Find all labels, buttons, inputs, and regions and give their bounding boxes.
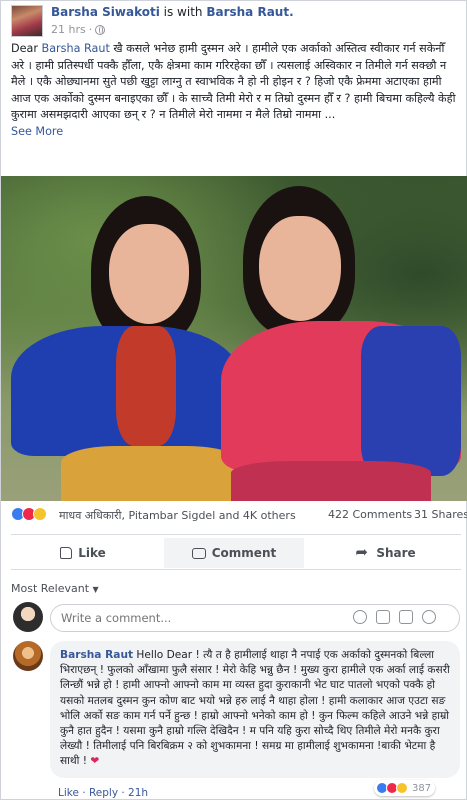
comments-count[interactable]: 422 Comments <box>328 508 412 521</box>
viewer-avatar <box>13 602 43 632</box>
comment-button[interactable]: Comment <box>164 538 304 568</box>
reaction-icons[interactable] <box>11 507 47 521</box>
commenter-avatar[interactable] <box>13 641 43 671</box>
post-mention-link[interactable]: Barsha Raut <box>42 42 110 55</box>
action-bar: Like Comment Share <box>11 534 461 570</box>
globe-icon <box>95 24 106 35</box>
post-photo[interactable] <box>1 176 467 501</box>
comment-actions-text[interactable]: Like · Reply · 21h <box>58 787 148 799</box>
photo-person-right <box>211 176 467 501</box>
camera-icon[interactable] <box>376 610 390 624</box>
reactions-bar: माधव अधिकारी, Pitambar Sigdel and 4K oth… <box>11 506 467 524</box>
haha-reaction-icon <box>396 782 408 794</box>
comment-input-tools <box>353 610 436 624</box>
share-arrow-icon <box>355 543 370 561</box>
post-greeting: Dear <box>11 42 42 55</box>
comment-text: Hello Dear ! त्यै त है हामीलाई थाहा नै न… <box>60 649 450 768</box>
emoji-icon[interactable] <box>353 610 367 624</box>
comment-bubble-icon <box>191 547 206 559</box>
sticker-icon[interactable] <box>422 610 436 624</box>
share-button[interactable]: Share <box>331 538 441 568</box>
like-label: Like <box>78 546 106 560</box>
gif-icon[interactable] <box>399 610 413 624</box>
author-name-link[interactable]: Barsha Siwakoti <box>51 5 160 19</box>
haha-reaction-icon <box>33 507 47 521</box>
photo-person-left <box>1 176 241 501</box>
comment-bubble: Barsha Raut Hello Dear ! त्यै त है हामील… <box>50 641 460 778</box>
author-line: Barsha Siwakoti is with Barsha Raut. <box>51 5 294 19</box>
see-more-link[interactable]: See More <box>11 124 459 141</box>
share-label: Share <box>376 546 416 560</box>
commenter-name-link[interactable]: Barsha Raut <box>60 649 133 661</box>
tagged-name-link[interactable]: Barsha Raut. <box>206 5 293 19</box>
like-button[interactable]: Like <box>33 538 133 568</box>
comment-label: Comment <box>211 546 277 560</box>
post-timestamp[interactable]: 21 hrs <box>51 23 86 36</box>
heart-emoji: ❤ <box>90 755 100 768</box>
reaction-names[interactable]: माधव अधिकारी, Pitambar Sigdel and 4K oth… <box>59 508 296 523</box>
sort-label: Most Relevant <box>11 582 90 595</box>
author-avatar[interactable] <box>11 5 43 37</box>
comment-sort-dropdown[interactable]: Most Relevant ▼ <box>11 582 99 595</box>
comment-reaction-count: 387 <box>412 782 432 794</box>
chevron-down-icon: ▼ <box>92 585 99 594</box>
post-text: Dear Barsha Raut खै कसले भनेछ हामी दुस्म… <box>11 41 459 140</box>
thumbs-up-icon <box>60 547 73 559</box>
with-text: is with <box>159 5 207 19</box>
meta-separator: · <box>88 23 93 36</box>
post-card: Barsha Siwakoti is with Barsha Raut. 21 … <box>0 0 467 800</box>
post-header: Barsha Siwakoti is with Barsha Raut. 21 … <box>11 5 461 39</box>
post-meta: 21 hrs · <box>51 23 106 36</box>
shares-count[interactable]: 31 Shares <box>414 508 467 521</box>
comment-actions: Like · Reply · 21h <box>58 787 148 799</box>
comment-reaction-badge[interactable]: 387 <box>374 780 436 796</box>
